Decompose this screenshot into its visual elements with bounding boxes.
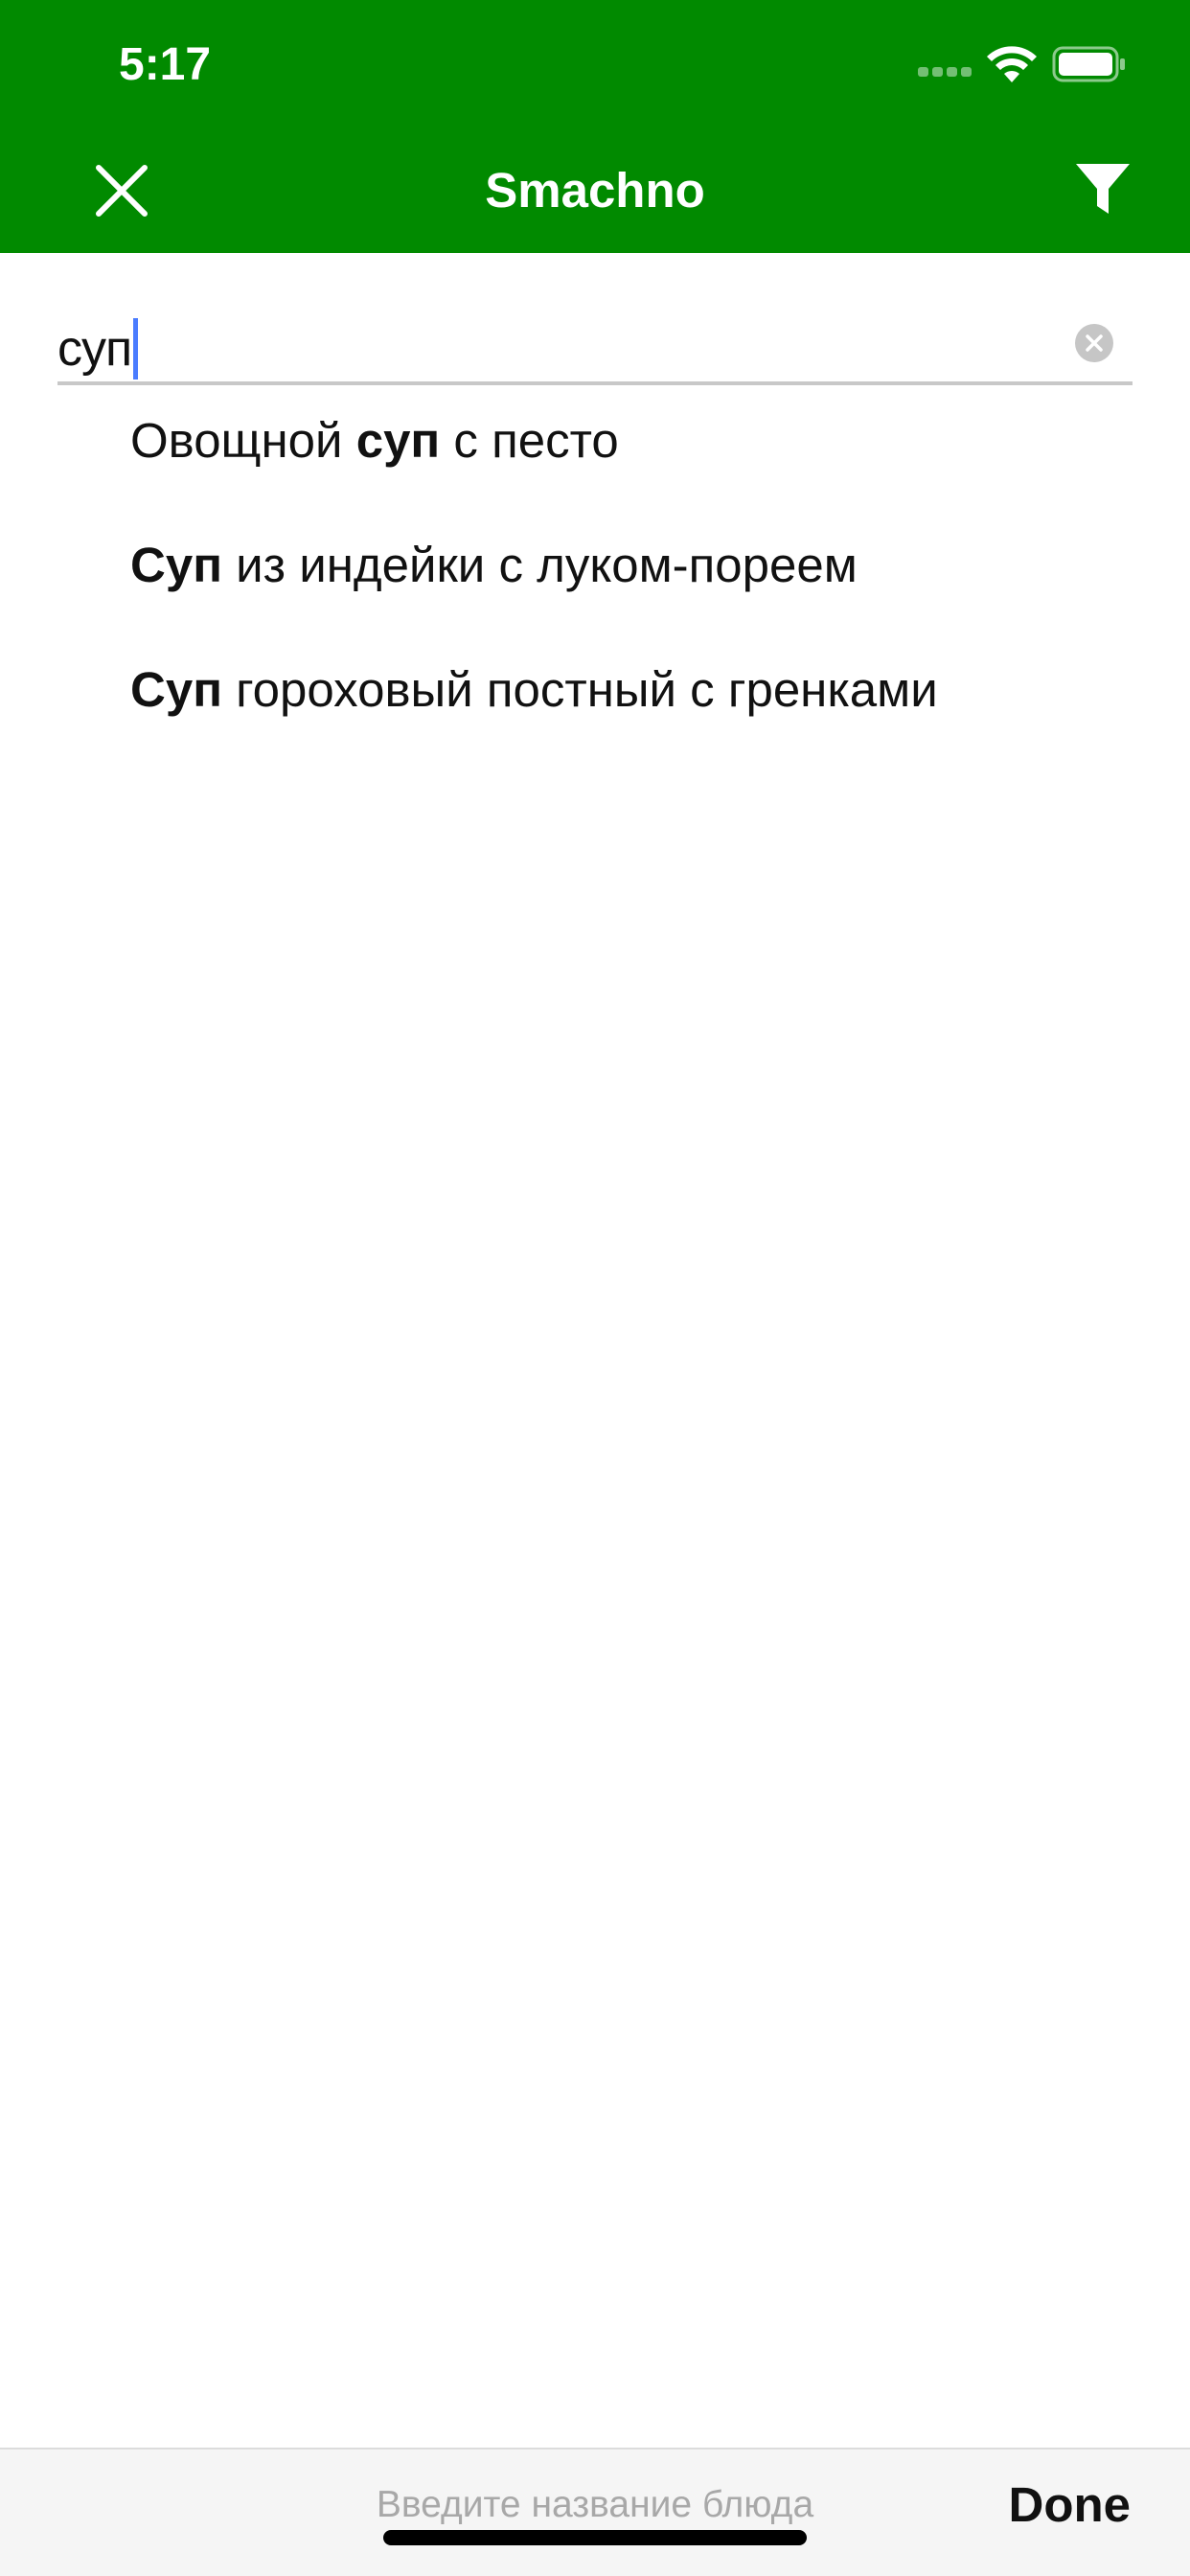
search-input[interactable]: суп xyxy=(57,318,139,380)
clear-icon xyxy=(1086,334,1103,352)
cellular-signal-icon xyxy=(918,67,973,79)
suggestion-text: с песто xyxy=(440,413,619,468)
page-title: Smachno xyxy=(485,163,705,218)
suggestion-text: Овощной xyxy=(130,413,356,468)
top-bar: 5:17 Smachno xyxy=(0,0,1190,253)
suggestion-item[interactable]: Овощной суп с песто xyxy=(130,402,1127,527)
suggestion-item[interactable]: Суп из индейки с луком-пореем xyxy=(130,527,1127,652)
filter-icon xyxy=(1076,164,1130,214)
suggestions-list: Овощной суп с песто Суп из индейки с лук… xyxy=(130,402,1127,776)
search-field[interactable]: суп xyxy=(57,305,1133,385)
filter-button[interactable] xyxy=(1071,157,1134,220)
suggestion-match: Суп xyxy=(130,538,222,592)
close-icon xyxy=(96,165,148,217)
wifi-icon xyxy=(985,46,1039,84)
keyboard-accessory-bar: Введите название блюда Done xyxy=(0,2448,1190,2576)
clear-search-button[interactable] xyxy=(1075,324,1113,362)
done-button[interactable]: Done xyxy=(1009,2476,1132,2533)
text-caret xyxy=(133,318,139,380)
close-button[interactable] xyxy=(88,157,155,224)
app-screen: 5:17 Smachno суп Овощной суп с песто Суп… xyxy=(0,0,1190,2576)
suggestion-text: из индейки с луком-пореем xyxy=(222,538,858,592)
suggestion-match: Суп xyxy=(130,662,222,717)
battery-icon xyxy=(1052,46,1127,82)
search-input-value: суп xyxy=(57,321,132,377)
status-time: 5:17 xyxy=(119,39,212,90)
suggestion-item[interactable]: Суп гороховый постный с гренками xyxy=(130,652,1127,776)
suggestion-match: суп xyxy=(355,413,441,468)
home-indicator[interactable] xyxy=(383,2530,807,2545)
suggestion-text: гороховый постный с гренками xyxy=(222,662,938,717)
